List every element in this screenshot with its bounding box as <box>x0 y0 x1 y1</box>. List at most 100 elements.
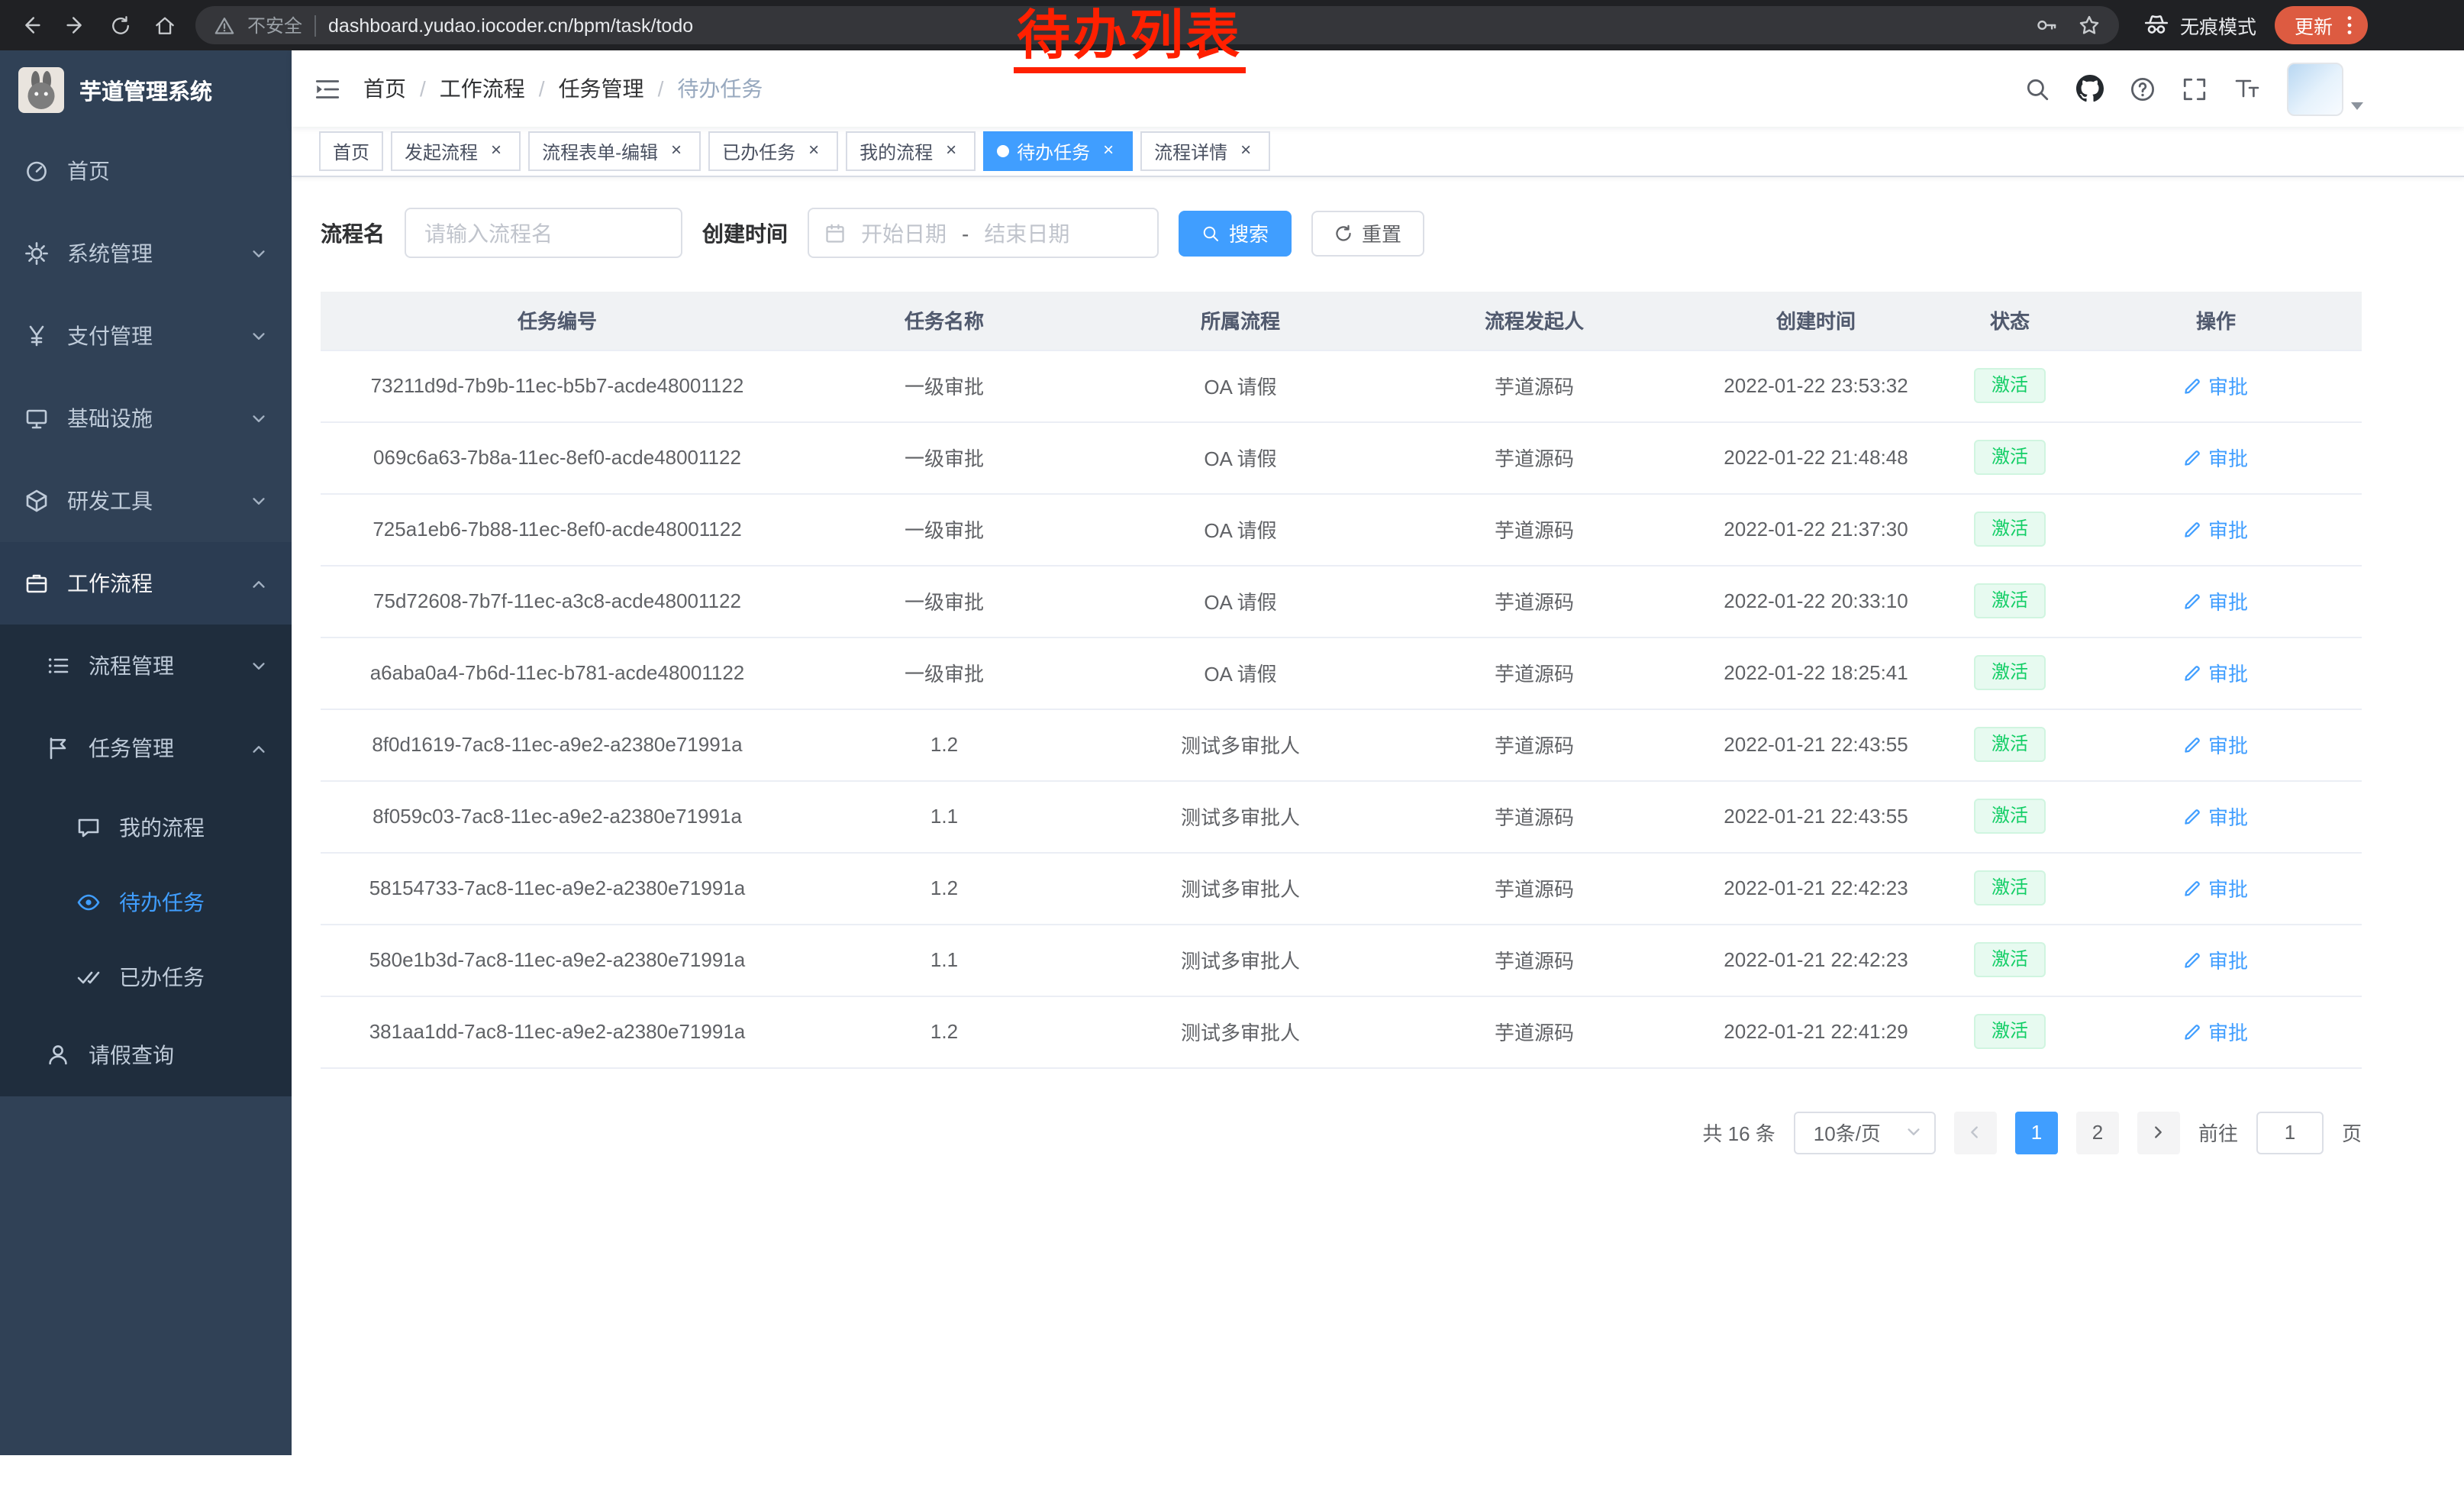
reset-button[interactable]: 重置 <box>1311 210 1424 256</box>
approve-button[interactable]: 审批 <box>2184 371 2248 400</box>
eye-icon <box>76 889 101 914</box>
user-avatar[interactable] <box>2287 62 2343 115</box>
date-range-picker[interactable]: 开始日期 - 结束日期 <box>808 208 1159 258</box>
tab-process-detail[interactable]: 流程详情 × <box>1140 131 1270 171</box>
sidebar-item-done-tasks[interactable]: 已办任务 <box>0 939 292 1014</box>
cell-process: OA 请假 <box>1095 421 1386 493</box>
cell-task-id: 75d72608-7b7f-11ec-a3c8-acde48001122 <box>321 565 794 637</box>
active-tab-dot <box>997 145 1009 157</box>
prev-page-button[interactable] <box>1954 1111 1997 1154</box>
browser-reload-icon[interactable] <box>101 6 139 44</box>
breadcrumb-workflow[interactable]: 工作流程 <box>440 73 525 104</box>
sidebar-item-label: 流程管理 <box>89 650 174 681</box>
approve-button[interactable]: 审批 <box>2184 945 2248 974</box>
sidebar-item-process-management[interactable]: 流程管理 <box>0 625 292 707</box>
todo-task-table: 任务编号 任务名称 所属流程 流程发起人 创建时间 状态 操作 73211d9d… <box>321 292 2362 1068</box>
col-initiator: 流程发起人 <box>1386 292 1682 350</box>
search-button[interactable]: 搜索 <box>1179 210 1292 256</box>
approve-label: 审批 <box>2208 443 2248 472</box>
breadcrumb-task-management[interactable]: 任务管理 <box>559 73 644 104</box>
tab-done-tasks[interactable]: 已办任务 × <box>708 131 838 171</box>
approve-button[interactable]: 审批 <box>2184 802 2248 831</box>
goto-page-input[interactable] <box>2256 1111 2324 1154</box>
fullscreen-icon[interactable] <box>2182 76 2208 102</box>
process-name-input[interactable] <box>405 208 682 258</box>
page-1-button[interactable]: 1 <box>2015 1111 2058 1154</box>
password-key-icon[interactable] <box>2035 14 2058 37</box>
sidebar-item-infrastructure[interactable]: 基础设施 <box>0 377 292 460</box>
cell-process: 测试多审批人 <box>1095 709 1386 780</box>
chevron-down-icon <box>250 245 267 262</box>
tab-close-icon[interactable]: × <box>666 140 687 162</box>
tab-close-icon[interactable]: × <box>803 140 824 162</box>
chevron-down-icon <box>1905 1124 1922 1141</box>
cell-process: 测试多审批人 <box>1095 924 1386 996</box>
sidebar-item-workflow[interactable]: 工作流程 <box>0 542 292 625</box>
tab-start-process[interactable]: 发起流程 × <box>391 131 521 171</box>
tab-form-edit[interactable]: 流程表单-编辑 × <box>528 131 701 171</box>
tab-close-icon[interactable]: × <box>1235 140 1256 162</box>
tab-close-icon[interactable]: × <box>485 140 507 162</box>
approve-button[interactable]: 审批 <box>2184 873 2248 902</box>
sidebar-item-task-management[interactable]: 任务管理 <box>0 707 292 789</box>
approve-button[interactable]: 审批 <box>2184 658 2248 687</box>
app-title: 芋道管理系统 <box>79 74 212 106</box>
tab-close-icon[interactable]: × <box>1098 140 1119 162</box>
approve-button[interactable]: 审批 <box>2184 443 2248 472</box>
browser-back-icon[interactable] <box>12 6 50 44</box>
github-icon[interactable] <box>2076 75 2104 102</box>
cell-created: 2022-01-21 22:43:55 <box>1682 709 1950 780</box>
tab-home[interactable]: 首页 <box>319 131 383 171</box>
sidebar-toggle-button[interactable] <box>313 74 342 103</box>
browser-forward-icon[interactable] <box>56 6 95 44</box>
browser-menu-icon[interactable] <box>2346 14 2353 37</box>
chevron-up-icon <box>250 575 267 592</box>
font-size-icon[interactable] <box>2233 75 2261 102</box>
status-badge: 激活 <box>1975 943 2045 977</box>
sidebar-item-leave-query[interactable]: 请假查询 <box>0 1014 292 1096</box>
search-icon[interactable] <box>2024 76 2050 102</box>
approve-button[interactable]: 审批 <box>2184 586 2248 615</box>
page-size-select[interactable]: 10条/页 <box>1794 1111 1936 1154</box>
bookmark-star-icon[interactable] <box>2078 14 2101 37</box>
tab-my-processes[interactable]: 我的流程 × <box>846 131 976 171</box>
cell-task-name: 一级审批 <box>794 421 1095 493</box>
sidebar-item-todo-tasks[interactable]: 待办任务 <box>0 864 292 939</box>
next-page-button[interactable] <box>2137 1111 2180 1154</box>
status-badge: 激活 <box>1975 512 2045 547</box>
sidebar-item-label: 我的流程 <box>119 812 205 842</box>
page-2-button[interactable]: 2 <box>2076 1111 2119 1154</box>
tab-todo-tasks[interactable]: 待办任务 × <box>983 131 1133 171</box>
sidebar-item-system-management[interactable]: 系统管理 <box>0 212 292 295</box>
cell-task-name: 1.2 <box>794 852 1095 924</box>
chevron-down-icon <box>250 492 267 509</box>
screen: 不安全 dashboard.yudao.iocoder.cn/bpm/task/… <box>0 0 2464 1501</box>
approve-button[interactable]: 审批 <box>2184 1017 2248 1046</box>
cell-created: 2022-01-22 21:48:48 <box>1682 421 1950 493</box>
status-badge: 激活 <box>1975 369 2045 403</box>
sidebar-item-dev-tools[interactable]: 研发工具 <box>0 460 292 542</box>
sidebar-item-home[interactable]: 首页 <box>0 130 292 212</box>
browser-home-icon[interactable] <box>145 6 183 44</box>
approve-button[interactable]: 审批 <box>2184 730 2248 759</box>
col-status: 状态 <box>1950 292 2070 350</box>
breadcrumb-separator: / <box>539 76 545 101</box>
breadcrumb-home[interactable]: 首页 <box>363 73 406 104</box>
app-logo[interactable]: 芋道管理系统 <box>0 50 292 130</box>
navbar-actions <box>2024 62 2464 115</box>
browser-update-button[interactable]: 更新 <box>2275 6 2368 44</box>
sidebar-item-label: 支付管理 <box>67 321 153 351</box>
col-task-name: 任务名称 <box>794 292 1095 350</box>
tab-close-icon[interactable]: × <box>940 140 962 162</box>
cube-icon <box>24 489 49 513</box>
approve-button[interactable]: 审批 <box>2184 515 2248 544</box>
search-icon <box>1201 224 1220 242</box>
range-separator: - <box>962 221 969 245</box>
sidebar-item-my-processes[interactable]: 我的流程 <box>0 789 292 864</box>
breadcrumb-separator: / <box>420 76 426 101</box>
help-icon[interactable] <box>2130 76 2156 102</box>
chevron-down-icon <box>250 328 267 344</box>
sidebar-item-payment-management[interactable]: 支付管理 <box>0 295 292 377</box>
user-menu[interactable] <box>2287 62 2363 115</box>
cell-task-name: 1.1 <box>794 924 1095 996</box>
